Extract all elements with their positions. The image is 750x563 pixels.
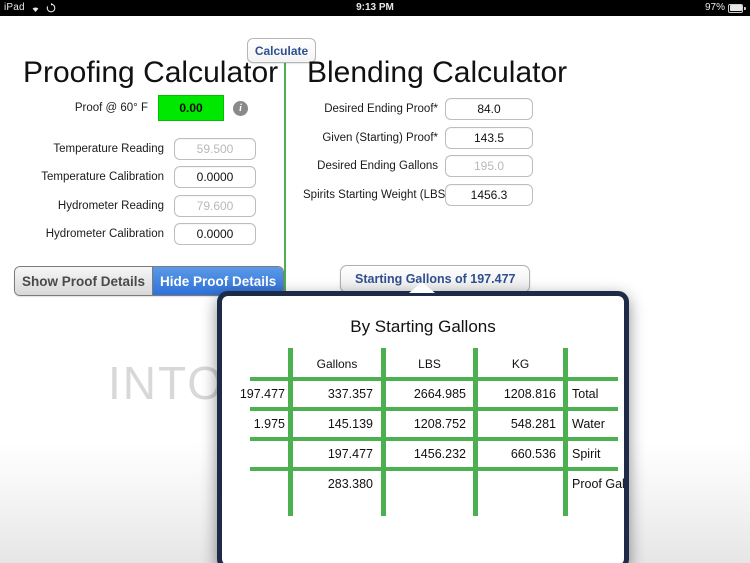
given-starting-proof-input[interactable]: 143.5 <box>445 127 533 149</box>
hydrometer-reading-input[interactable]: 79.600 <box>174 195 256 217</box>
row-label-total: Total <box>572 387 599 401</box>
table-row: 337.357 <box>327 387 373 401</box>
table-row: 1208.816 <box>503 387 556 401</box>
temperature-reading-row: Temperature Reading 59.500 <box>14 138 256 160</box>
table-row: 2664.985 <box>413 387 466 401</box>
table-row <box>230 440 285 468</box>
info-icon[interactable]: i <box>233 100 248 116</box>
status-bar: iPad 9:13 PM 97% <box>0 0 750 16</box>
spirits-starting-weight-row: Spirits Starting Weight (LBS) 1456.3 <box>303 184 533 206</box>
ipad-screen: iPad 9:13 PM 97% INTO Calculate Proofing… <box>0 0 750 563</box>
hydrometer-calibration-label: Hydrometer Calibration <box>45 228 164 240</box>
table-row <box>230 470 285 498</box>
by-starting-gallons-popover: By Starting Gallons Gallons LBS KG 197.4… <box>217 282 629 563</box>
table-row: 145.139 <box>327 417 373 431</box>
battery-icon <box>728 3 746 13</box>
table-row: 197.477 <box>327 447 373 461</box>
starting-gallons-button[interactable]: Starting Gallons of 197.477 <box>340 265 531 293</box>
row-label-spirit: Spirit <box>572 447 601 461</box>
hydrometer-reading-row: Hydrometer Reading 79.600 <box>14 195 256 217</box>
desired-ending-gallons-input[interactable]: 195.0 <box>445 155 533 177</box>
desired-ending-proof-input[interactable]: 84.0 <box>445 98 533 120</box>
table-row: 660.536 <box>510 447 556 461</box>
column-header-gallons: Gallons <box>316 357 358 371</box>
row-label-water: Water <box>572 417 605 431</box>
results-table: Gallons LBS KG 197.477 337.357 2664.985 … <box>222 348 625 516</box>
battery-percent-label: 97% <box>704 2 725 13</box>
background-watermark: INTO <box>108 357 226 409</box>
table-row: 283.380 <box>327 477 373 491</box>
status-bar-right: 97% <box>705 0 746 16</box>
column-header-lbs: LBS <box>418 357 441 371</box>
temperature-calibration-label: Temperature Calibration <box>41 171 164 183</box>
spirits-starting-weight-label: Spirits Starting Weight (LBS) <box>303 189 450 201</box>
show-proof-details-button[interactable]: Show Proof Details <box>15 267 154 295</box>
desired-ending-gallons-label: Desired Ending Gallons <box>317 160 438 172</box>
spirits-starting-weight-input[interactable]: 1456.3 <box>445 184 533 206</box>
desired-ending-proof-row: Desired Ending Proof* 84.0 <box>303 98 533 120</box>
table-row <box>386 470 466 498</box>
row-label-proof-gal: Proof Gal <box>572 477 625 491</box>
hydrometer-reading-label: Hydrometer Reading <box>57 200 164 212</box>
desired-ending-gallons-row: Desired Ending Gallons 195.0 <box>303 155 533 177</box>
table-row: 1208.752 <box>413 417 466 431</box>
grid-vline-4 <box>563 348 568 516</box>
temperature-reading-input[interactable]: 59.500 <box>174 138 256 160</box>
popover-arrow-inner <box>409 282 435 293</box>
desired-ending-proof-label: Desired Ending Proof* <box>324 103 438 115</box>
table-row: 197.477 <box>239 387 285 401</box>
proof-at-60-label: Proof @ 60° F <box>74 102 148 114</box>
table-row: 1.975 <box>253 417 285 431</box>
given-starting-proof-label: Given (Starting) Proof* <box>322 132 438 144</box>
given-starting-proof-row: Given (Starting) Proof* 143.5 <box>303 127 533 149</box>
proof-result-field[interactable]: 0.00 <box>158 95 224 121</box>
table-row: 1456.232 <box>413 447 466 461</box>
clock-label: 9:13 PM <box>356 2 394 13</box>
temperature-calibration-row: Temperature Calibration 0.0000 <box>14 166 256 188</box>
table-row: 548.281 <box>510 417 556 431</box>
proof-at-60-row: Proof @ 60° F 0.00 i <box>52 95 248 121</box>
app-body: INTO Calculate Proofing Calculator Proof… <box>0 16 750 563</box>
proofing-calculator-title: Proofing Calculator <box>23 56 279 89</box>
temperature-calibration-input[interactable]: 0.0000 <box>174 166 256 188</box>
popover-title: By Starting Gallons <box>350 317 496 336</box>
table-row <box>478 470 556 498</box>
hydrometer-calibration-row: Hydrometer Calibration 0.0000 <box>14 223 256 245</box>
hydrometer-calibration-input[interactable]: 0.0000 <box>174 223 256 245</box>
column-header-kg: KG <box>511 357 530 371</box>
temperature-reading-label: Temperature Reading <box>53 143 164 155</box>
blending-calculator-title: Blending Calculator <box>307 56 568 89</box>
